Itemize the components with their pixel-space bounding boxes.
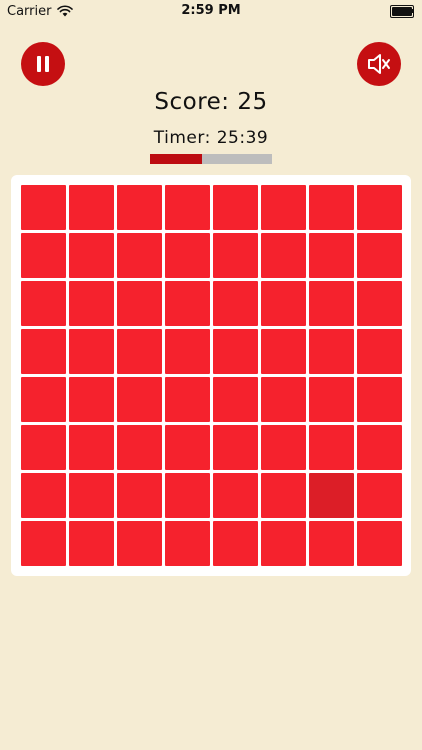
tile[interactable] (261, 281, 306, 326)
timer-progress-fill (150, 154, 203, 164)
tile[interactable] (69, 329, 114, 374)
tile[interactable] (117, 329, 162, 374)
tile[interactable] (213, 425, 258, 470)
tile[interactable] (69, 473, 114, 518)
game-board (11, 175, 411, 576)
tile[interactable] (69, 281, 114, 326)
tile[interactable] (309, 521, 354, 566)
tile[interactable] (117, 185, 162, 230)
tile[interactable] (357, 185, 402, 230)
tile[interactable] (117, 233, 162, 278)
tile[interactable] (357, 377, 402, 422)
tile[interactable] (213, 521, 258, 566)
status-time: 2:59 PM (181, 3, 241, 18)
tile[interactable] (213, 329, 258, 374)
tile[interactable] (69, 377, 114, 422)
tile[interactable] (165, 425, 210, 470)
tile[interactable] (309, 377, 354, 422)
tile[interactable] (21, 281, 66, 326)
tile[interactable] (165, 185, 210, 230)
timer-label: Timer: 25:39 (153, 128, 269, 148)
tile[interactable] (213, 185, 258, 230)
tile[interactable] (69, 521, 114, 566)
tile[interactable] (165, 233, 210, 278)
tile[interactable] (21, 521, 66, 566)
tile[interactable] (213, 281, 258, 326)
tile[interactable] (261, 473, 306, 518)
status-bar: Carrier 2:59 PM (0, 0, 422, 22)
tile[interactable] (117, 377, 162, 422)
tile[interactable] (21, 185, 66, 230)
score-label: Score: 25 (154, 89, 268, 115)
battery-icon (390, 5, 414, 18)
tile[interactable] (21, 329, 66, 374)
tile[interactable] (309, 233, 354, 278)
tile[interactable] (117, 281, 162, 326)
tile[interactable] (165, 329, 210, 374)
tile[interactable] (213, 233, 258, 278)
tile[interactable] (261, 521, 306, 566)
tile[interactable] (69, 233, 114, 278)
tile[interactable] (309, 185, 354, 230)
tile[interactable] (357, 233, 402, 278)
sound-toggle-button[interactable] (357, 42, 401, 86)
tile[interactable] (309, 425, 354, 470)
tile[interactable] (165, 281, 210, 326)
tile[interactable] (21, 473, 66, 518)
tile[interactable] (21, 377, 66, 422)
tile[interactable] (213, 377, 258, 422)
tile[interactable] (357, 281, 402, 326)
tile[interactable] (261, 233, 306, 278)
tile[interactable] (69, 185, 114, 230)
tile[interactable] (261, 377, 306, 422)
tile[interactable] (117, 473, 162, 518)
tile[interactable] (165, 521, 210, 566)
tile[interactable] (357, 473, 402, 518)
tile[interactable] (21, 233, 66, 278)
battery-fill (392, 7, 412, 16)
pause-icon (35, 56, 51, 72)
tile[interactable] (165, 377, 210, 422)
tile[interactable] (357, 425, 402, 470)
tile[interactable] (357, 329, 402, 374)
tile[interactable] (261, 329, 306, 374)
tile[interactable] (117, 521, 162, 566)
tile[interactable] (261, 425, 306, 470)
tile[interactable] (21, 425, 66, 470)
tile[interactable] (165, 473, 210, 518)
tile[interactable] (309, 329, 354, 374)
tile[interactable] (117, 425, 162, 470)
odd-tile[interactable] (309, 473, 354, 518)
tile[interactable] (69, 425, 114, 470)
tile[interactable] (261, 185, 306, 230)
tile[interactable] (357, 521, 402, 566)
tile[interactable] (309, 281, 354, 326)
pause-button[interactable] (21, 42, 65, 86)
speaker-muted-icon (368, 54, 390, 74)
timer-progress-bar (150, 154, 272, 164)
tile[interactable] (213, 473, 258, 518)
tile-grid (21, 185, 402, 566)
